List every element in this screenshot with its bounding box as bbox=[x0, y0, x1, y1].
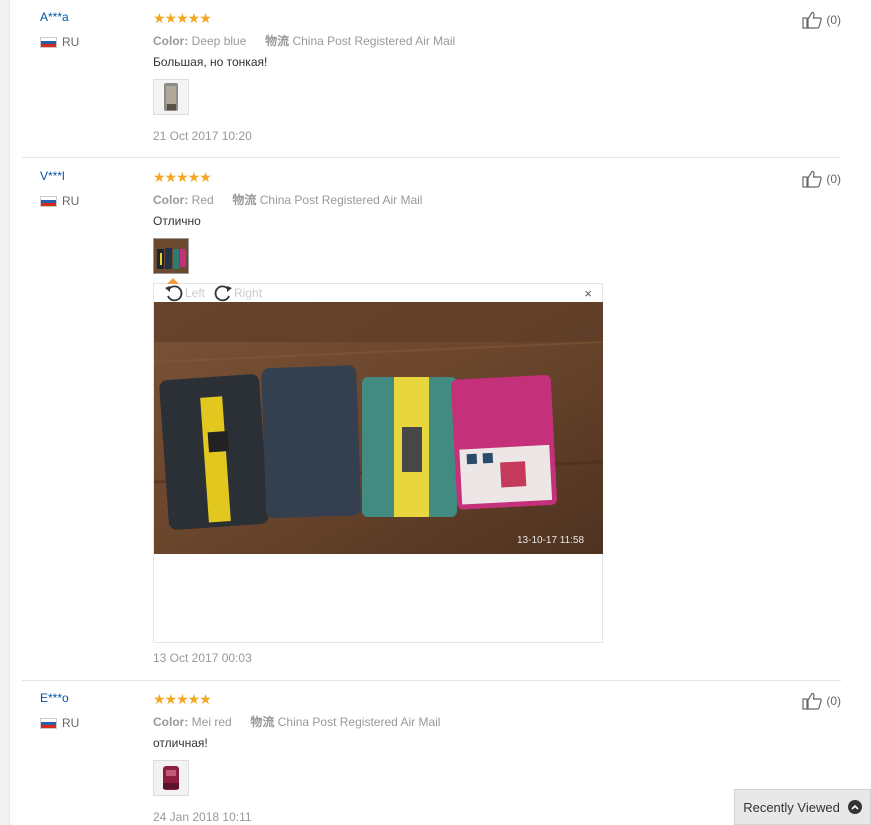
rotate-left-icon bbox=[165, 285, 183, 302]
reviewer-name[interactable]: E***o bbox=[40, 691, 69, 705]
star-rating: ★★★★★ bbox=[153, 10, 212, 26]
star-rating: ★★★★★ bbox=[153, 691, 212, 707]
review-photo-thumbnail[interactable] bbox=[153, 760, 189, 796]
recently-viewed-label: Recently Viewed bbox=[743, 799, 840, 815]
review-text: Отлично bbox=[153, 214, 201, 228]
review-divider bbox=[22, 157, 841, 158]
review-divider bbox=[22, 680, 841, 681]
rotate-right-button[interactable]: Right bbox=[213, 284, 262, 302]
rotate-right-icon bbox=[214, 285, 233, 302]
helpful-count: (0) bbox=[826, 172, 841, 186]
logistics-value: China Post Registered Air Mail bbox=[292, 34, 456, 48]
review-text: отличная! bbox=[153, 736, 208, 750]
rotate-left-label: Left bbox=[185, 286, 206, 300]
close-icon[interactable]: × bbox=[584, 286, 592, 301]
color-label: Color: bbox=[153, 34, 189, 48]
helpful-count: (0) bbox=[826, 13, 841, 27]
thumbs-up-icon bbox=[802, 692, 823, 710]
logistics-label: 物流 bbox=[232, 193, 257, 207]
color-value: Deep blue bbox=[191, 34, 247, 48]
reviewer-name[interactable]: A***a bbox=[40, 10, 69, 24]
color-label: Color: bbox=[153, 715, 189, 729]
reviewer-country: RU bbox=[40, 35, 79, 49]
color-value: Mei red bbox=[191, 715, 232, 729]
order-attributes: Color: Red 物流 China Post Registered Air … bbox=[153, 191, 422, 208]
review-photo-thumbnail[interactable] bbox=[153, 238, 189, 274]
star-rating: ★★★★★ bbox=[153, 169, 212, 185]
review-photo-thumbnail[interactable] bbox=[153, 79, 189, 115]
country-code: RU bbox=[62, 35, 80, 49]
helpful-button[interactable]: (0) bbox=[802, 692, 841, 710]
flag-ru-icon bbox=[40, 36, 57, 48]
order-attributes: Color: Deep blue 物流 China Post Registere… bbox=[153, 32, 455, 49]
country-code: RU bbox=[62, 716, 80, 730]
review-date: 13 Oct 2017 00:03 bbox=[153, 651, 252, 665]
color-label: Color: bbox=[153, 193, 189, 207]
logistics-value: China Post Registered Air Mail bbox=[277, 715, 441, 729]
reviewer-country: RU bbox=[40, 716, 79, 730]
helpful-button[interactable]: (0) bbox=[802, 170, 841, 188]
rotate-left-button[interactable]: Left bbox=[164, 284, 205, 302]
reviewer-country: RU bbox=[40, 194, 79, 208]
viewer-toolbar: Left Right bbox=[164, 284, 262, 302]
thumbs-up-icon bbox=[802, 11, 823, 29]
helpful-button[interactable]: (0) bbox=[802, 11, 841, 29]
helpful-count: (0) bbox=[826, 694, 841, 708]
logistics-value: China Post Registered Air Mail bbox=[259, 193, 423, 207]
order-attributes: Color: Mei red 物流 China Post Registered … bbox=[153, 713, 440, 730]
logistics-label: 物流 bbox=[250, 715, 275, 729]
rotate-right-label: Right bbox=[234, 286, 263, 300]
flag-ru-icon bbox=[40, 195, 57, 207]
review-date: 24 Jan 2018 10:11 bbox=[153, 810, 252, 824]
review-date: 21 Oct 2017 10:20 bbox=[153, 129, 252, 143]
logistics-label: 物流 bbox=[265, 34, 290, 48]
left-gutter bbox=[0, 0, 10, 825]
photo-timestamp: 13-10-17 11:58 bbox=[517, 535, 585, 546]
chevron-up-icon bbox=[847, 800, 862, 814]
flag-ru-icon bbox=[40, 717, 57, 729]
photo-viewer: Left Right × 13-10-17 11:58 bbox=[153, 278, 603, 643]
review-text: Большая, но тонкая! bbox=[153, 55, 268, 69]
recently-viewed-button[interactable]: Recently Viewed bbox=[734, 789, 871, 825]
reviewer-name[interactable]: V***l bbox=[40, 169, 65, 183]
color-value: Red bbox=[191, 193, 214, 207]
country-code: RU bbox=[62, 194, 80, 208]
thumbs-up-icon bbox=[802, 170, 823, 188]
review-photo-large[interactable]: 13-10-17 11:58 bbox=[154, 302, 603, 554]
